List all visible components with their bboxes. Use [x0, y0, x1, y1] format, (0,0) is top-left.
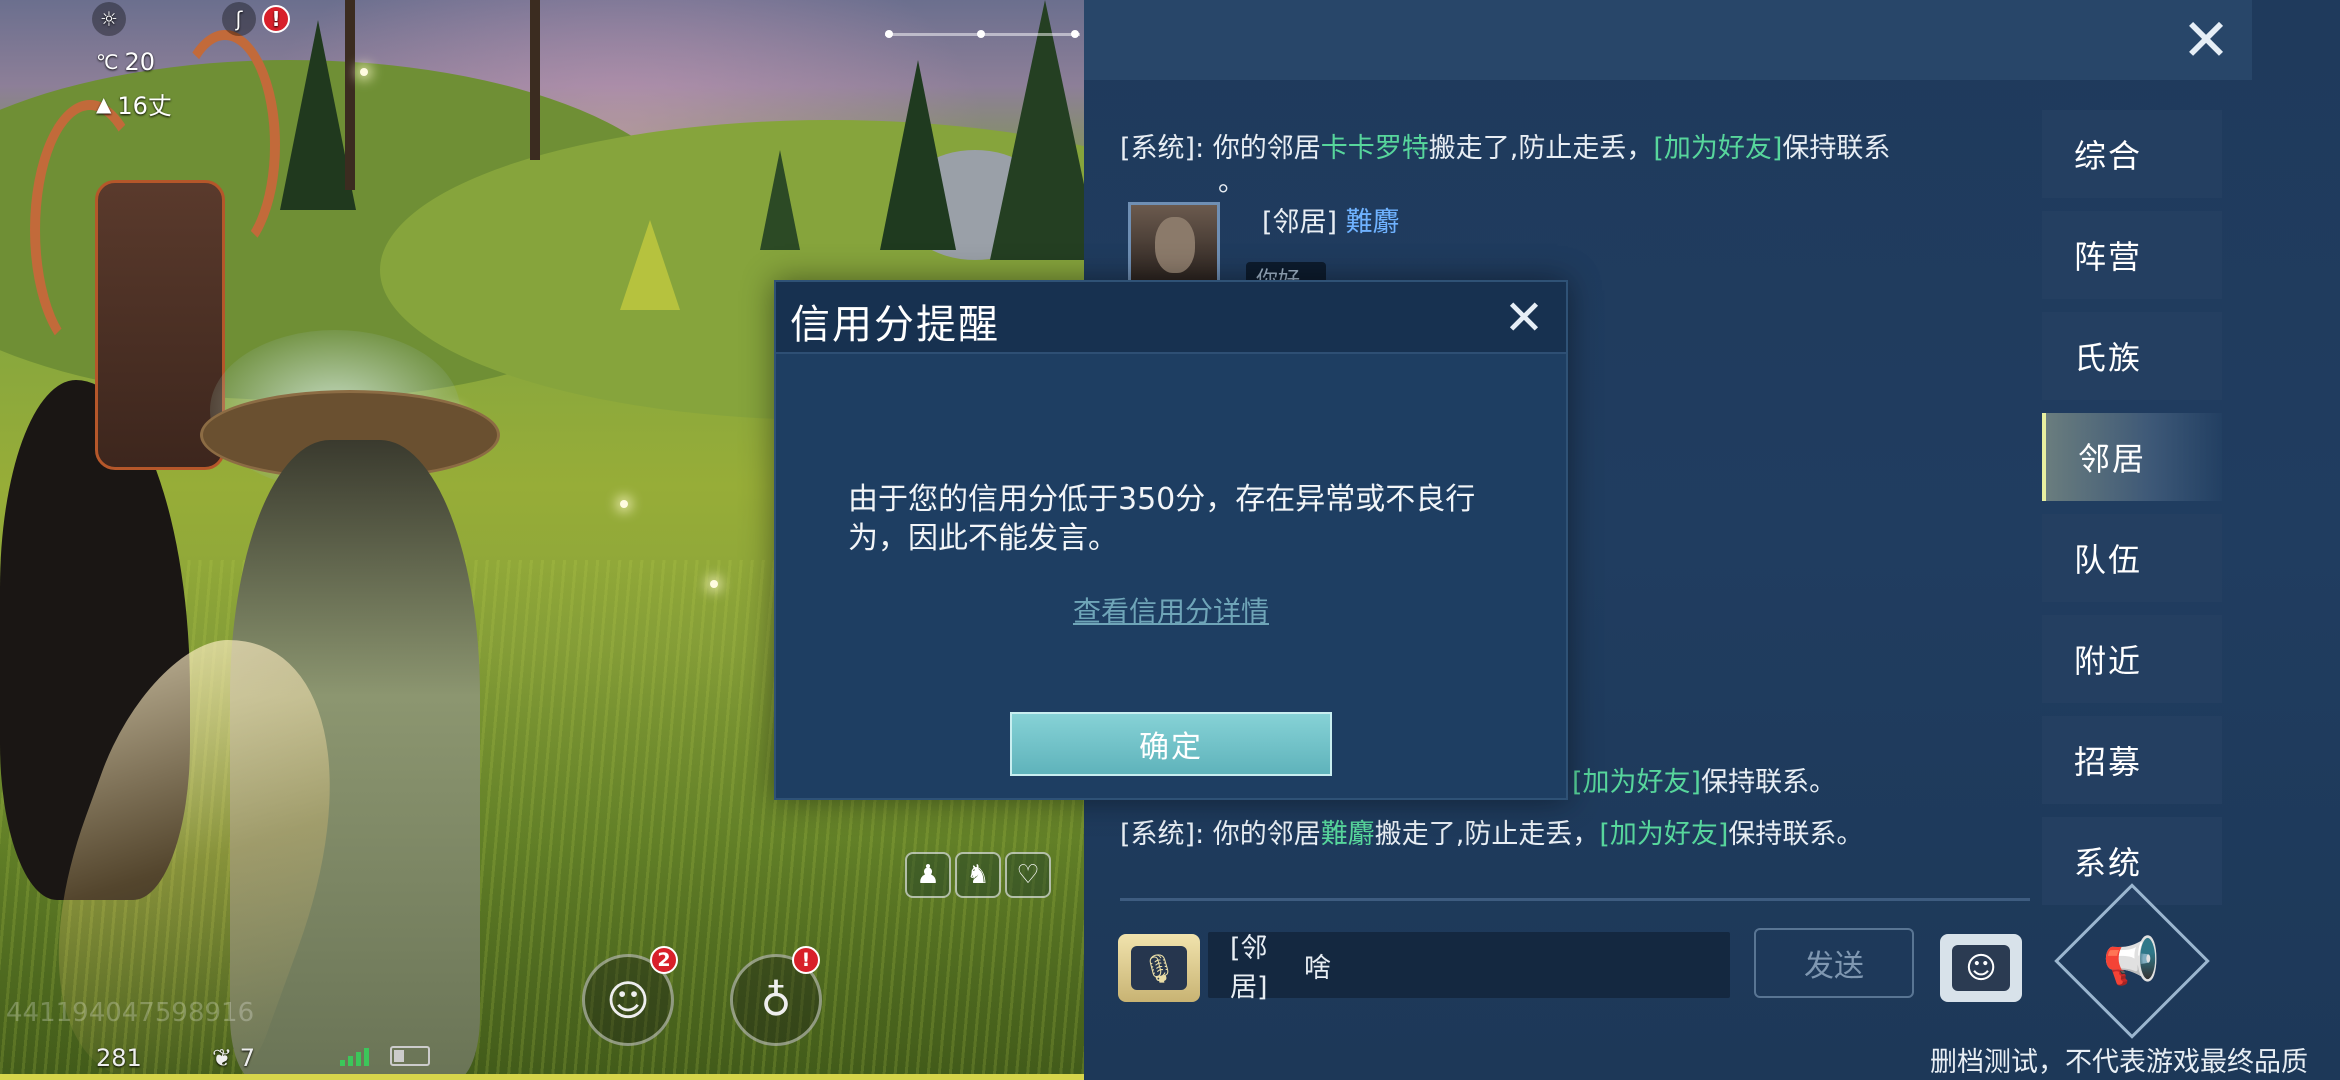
add-friend-link[interactable]: [加为好友]	[1653, 133, 1782, 164]
credit-details-link[interactable]: 查看信用分详情	[776, 590, 1566, 630]
chat-divider	[1120, 898, 2030, 901]
tab-nearby[interactable]: 附近	[2042, 615, 2222, 703]
totem-horn	[170, 30, 280, 260]
firefly	[620, 500, 628, 508]
speaker-line: [邻居] 難麝	[1262, 200, 1400, 239]
temperature-value: 20	[124, 48, 156, 76]
message-suffix: 保持联系。	[1701, 767, 1837, 798]
experience-bar	[0, 1074, 1084, 1080]
message-text: 搬走了,防止走丢，	[1374, 819, 1600, 850]
top-slider[interactable]	[885, 30, 1080, 38]
tab-faction[interactable]: 阵营	[2042, 211, 2222, 299]
slider-dot	[977, 30, 985, 38]
pine-tree	[760, 150, 800, 250]
tree-trunk	[530, 0, 540, 160]
chat-message-continuation: 。	[1218, 167, 1245, 198]
heart-action-button[interactable]: ♡	[1005, 852, 1051, 898]
neighbor-name-link[interactable]: 難麝	[1321, 819, 1375, 850]
message-text: 搬走了,防止走丢，	[1428, 133, 1654, 164]
dialog-title: 信用分提醒	[790, 302, 1000, 348]
message-suffix: 保持联系。	[1728, 819, 1864, 850]
mountain-icon: ▲	[96, 91, 112, 116]
tab-recruit[interactable]: 招募	[2042, 716, 2222, 804]
bag-alert-badge: !	[792, 946, 820, 974]
heart-icon: ♡	[1016, 860, 1040, 890]
message-suffix: 保持联系	[1782, 133, 1891, 164]
chat-input[interactable]	[1303, 949, 1730, 981]
slider-dot	[1071, 30, 1079, 38]
tree-trunk	[345, 0, 355, 190]
emoji-icon: ☺	[1952, 945, 2010, 991]
speaker-channel: [邻居]	[1262, 207, 1338, 238]
close-icon: ✕	[2181, 6, 2231, 74]
emoji-button[interactable]: ☺	[1940, 934, 2022, 1002]
alert-icon: !	[262, 5, 290, 33]
tab-neighbor[interactable]: 邻居	[2042, 413, 2222, 501]
social-count-badge: 2	[650, 946, 678, 974]
megaphone-icon: 📢	[2103, 933, 2161, 988]
neighbor-name-link[interactable]: 卡卡罗特	[1321, 133, 1429, 164]
temperature-unit: ℃	[96, 50, 119, 74]
stomach-status[interactable]: ʃ !	[222, 2, 290, 36]
confirm-button[interactable]: 确定	[1010, 712, 1332, 776]
microphone-icon: 🎙	[1131, 946, 1187, 990]
chat-close-button[interactable]: ✕	[2126, 0, 2286, 80]
tab-team[interactable]: 队伍	[2042, 514, 2222, 602]
message-prefix: [系统]: 你的邻居	[1120, 819, 1321, 850]
stat-left: 281	[96, 1044, 142, 1072]
stat-right: ❦ 7	[212, 1044, 255, 1072]
dialog-message: 由于您的信用分低于350分，存在异常或不良行为，因此不能发言。	[848, 482, 1476, 556]
stomach-icon: ʃ	[222, 2, 256, 36]
slider-dot	[885, 30, 893, 38]
signal-icon	[340, 1048, 369, 1066]
tab-clan[interactable]: 氏族	[2042, 312, 2222, 400]
small-tree	[620, 220, 680, 310]
team-icon: ♟	[916, 860, 940, 890]
tab-general[interactable]: 综合	[2042, 110, 2222, 198]
weather-status: ☼	[92, 2, 126, 36]
close-icon: ✕	[1503, 290, 1545, 346]
altitude-readout: ▲ 16丈	[96, 86, 172, 121]
sun-icon: ☼	[92, 2, 126, 36]
battery-icon	[390, 1046, 430, 1066]
pine-tree	[880, 60, 956, 250]
social-icon: ☺	[606, 975, 650, 1025]
broadcast-button[interactable]: 📢	[2054, 883, 2210, 1039]
firefly	[360, 68, 368, 76]
dialog-header: 信用分提醒 ✕	[776, 282, 1566, 354]
team-action-button[interactable]: ♟	[905, 852, 951, 898]
chat-message: [系统]: 你的邻居難麝搬走了,防止走丢，[加为好友]保持联系。	[1120, 812, 1863, 851]
input-channel-tag: [邻居]	[1230, 933, 1268, 1003]
add-friend-link[interactable]: [加为好友]	[1599, 819, 1728, 850]
send-button[interactable]: 发送	[1754, 928, 1914, 998]
group-icon: ♞	[966, 860, 990, 890]
totem-horn	[30, 100, 150, 360]
dialog-close-button[interactable]: ✕	[1496, 290, 1552, 346]
altitude-value: 16丈	[117, 92, 172, 120]
test-watermark: 删档测试，不代表游戏最终品质	[1930, 1047, 2308, 1078]
bag-icon: ♁	[760, 975, 792, 1025]
add-friend-link[interactable]: [加为好友]	[1572, 767, 1701, 798]
firefly	[710, 580, 718, 588]
chat-input-field[interactable]: [邻居]	[1208, 932, 1730, 1003]
uid-watermark: 441194047598916	[6, 998, 255, 1028]
voice-input-button[interactable]: 🎙	[1118, 934, 1200, 1002]
group-action-button[interactable]: ♞	[955, 852, 1001, 898]
temperature-readout: ℃ 20	[96, 48, 155, 76]
credit-score-dialog: 信用分提醒 ✕ 由于您的信用分低于350分，存在异常或不良行为，因此不能发言。 …	[774, 280, 1568, 800]
avatar[interactable]	[1128, 202, 1220, 284]
feather-icon: ❦	[212, 1044, 233, 1072]
speaker-name[interactable]: 難麝	[1346, 207, 1400, 238]
stat-right-value: 7	[239, 1044, 256, 1072]
chat-header	[1084, 0, 2252, 80]
pine-tree	[990, 0, 1084, 260]
